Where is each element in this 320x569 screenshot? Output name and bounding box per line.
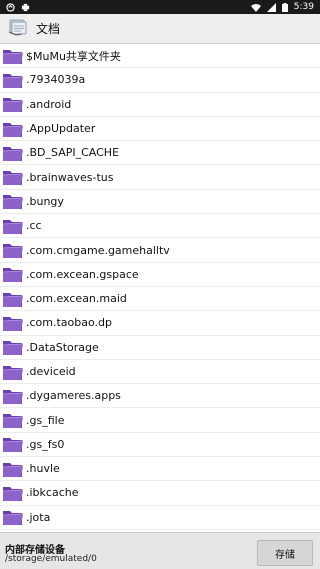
wifi-icon: [250, 3, 261, 12]
folder-icon: [2, 386, 24, 406]
file-name: .com.cmgame.gamehalltv: [26, 243, 170, 257]
folder-icon: [2, 289, 24, 309]
file-row[interactable]: .gs_fs0: [0, 433, 320, 458]
file-row[interactable]: .huvle: [0, 457, 320, 482]
file-name: .ibkcache: [26, 486, 79, 500]
storage-path: /storage/emulated/0: [5, 554, 97, 564]
file-row[interactable]: .ibkcache: [0, 481, 320, 506]
folder-icon: [2, 313, 24, 333]
status-time: 5:39: [293, 2, 314, 12]
file-row[interactable]: $MuMu共享文件夹: [0, 44, 320, 69]
file-name: .gs_fs0: [26, 437, 65, 451]
status-bar: 5:39: [0, 0, 320, 14]
file-name: .dygameres.apps: [26, 389, 121, 403]
notification-icon: [6, 2, 15, 12]
app-bar: 文档: [0, 14, 320, 44]
folder-icon: [2, 119, 24, 139]
file-name: .DataStorage: [26, 340, 99, 354]
save-button[interactable]: 存储: [257, 540, 313, 566]
file-row[interactable]: .bungy: [0, 190, 320, 215]
status-left: [6, 2, 30, 12]
folder-icon: [2, 240, 24, 260]
folder-icon: [2, 143, 24, 163]
file-name: .BD_SAPI_CACHE: [26, 146, 120, 160]
print-icon: [21, 3, 30, 12]
file-row[interactable]: .gs_file: [0, 408, 320, 433]
folder-icon: [2, 70, 24, 90]
documents-icon: [8, 18, 28, 40]
file-name: .cc: [26, 219, 42, 233]
folder-icon: [2, 483, 24, 503]
file-name: .android: [26, 97, 72, 111]
folder-icon: [2, 459, 24, 479]
app-title: 文档: [36, 22, 61, 36]
file-row[interactable]: .com.taobao.dp: [0, 311, 320, 336]
file-row[interactable]: .brainwaves-tus: [0, 165, 320, 190]
file-row[interactable]: .BD_SAPI_CACHE: [0, 141, 320, 166]
file-row[interactable]: .AppUpdater: [0, 117, 320, 142]
file-name: .bungy: [26, 194, 64, 208]
file-name: .gs_file: [26, 413, 65, 427]
file-name: .huvle: [26, 462, 60, 476]
file-name: .7934039a: [26, 73, 86, 87]
bottom-bar: 内部存储设备 /storage/emulated/0 存储: [0, 532, 320, 569]
file-name: .com.excean.gspace: [26, 267, 139, 281]
file-name: .jota: [26, 510, 51, 524]
signal-icon: [266, 2, 276, 12]
file-row[interactable]: .com.excean.maid: [0, 287, 320, 312]
file-name: $MuMu共享文件夹: [26, 49, 121, 63]
file-name: .AppUpdater: [26, 122, 96, 136]
battery-icon: [281, 2, 288, 12]
file-row[interactable]: .com.cmgame.gamehalltv: [0, 238, 320, 263]
file-row[interactable]: .deviceid: [0, 360, 320, 385]
folder-icon: [2, 191, 24, 211]
status-right: 5:39: [250, 2, 314, 12]
file-row[interactable]: .com.excean.gspace: [0, 263, 320, 287]
folder-icon: [2, 410, 24, 430]
file-name: .deviceid: [26, 365, 76, 378]
file-row[interactable]: .android: [0, 93, 320, 117]
folder-icon: [2, 264, 24, 284]
folder-icon: [2, 362, 24, 382]
file-row[interactable]: .jota: [0, 506, 320, 530]
folder-icon: [2, 94, 24, 114]
file-row[interactable]: .DataStorage: [0, 336, 320, 360]
file-row[interactable]: .7934039a: [0, 68, 320, 93]
folder-icon: [2, 46, 24, 66]
file-list[interactable]: $MuMu共享文件夹 .7934039a .android .AppUpdater .B…: [0, 44, 320, 532]
file-name: .com.taobao.dp: [26, 316, 112, 330]
file-name: .brainwaves-tus: [26, 170, 114, 184]
folder-icon: [2, 507, 24, 527]
folder-icon: [2, 167, 24, 187]
file-name: .com.excean.maid: [26, 292, 127, 306]
file-row[interactable]: .dygameres.apps: [0, 384, 320, 409]
file-row[interactable]: .cc: [0, 214, 320, 239]
folder-icon: [2, 216, 24, 236]
folder-icon: [2, 337, 24, 357]
folder-icon: [2, 434, 24, 454]
